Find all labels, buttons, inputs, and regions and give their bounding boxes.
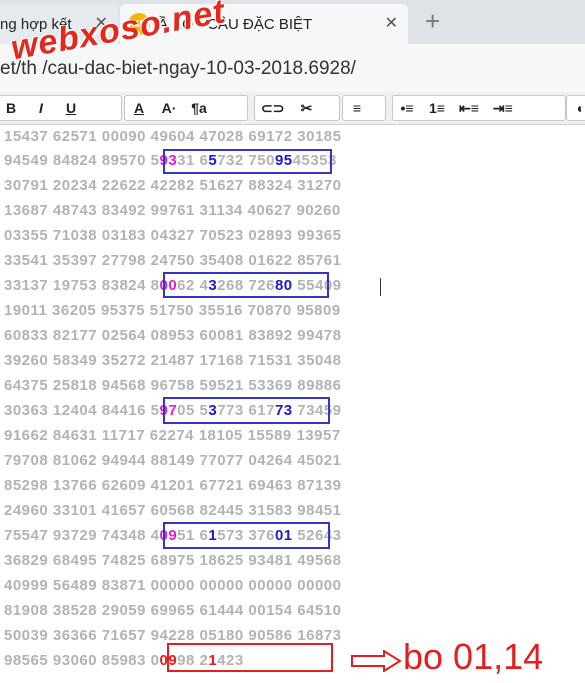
row-digits: 30791 20234 22622 42282 51627 88324 3127…: [4, 177, 342, 194]
result-row: 39260 58349 35272 21487 17168 71531 3504…: [4, 352, 342, 369]
row-digits: 33541 35397 27798 24750 35408 01622 8576…: [4, 252, 342, 269]
result-row: 36829 68495 74825 68975 18625 93481 4956…: [4, 552, 342, 569]
result-row: 13687 48743 83492 99761 31134 40627 9026…: [4, 202, 341, 219]
result-row: 15437 62571 00090 49604 47028 69172 3018…: [4, 128, 342, 145]
row-digits: 85298 13766 62609 41201 67721 69463 8713…: [4, 477, 342, 494]
row-digits: 30363 12404 84416 5: [4, 402, 160, 419]
bullet-list-icon[interactable]: •≡: [399, 100, 415, 116]
row-digits: 33137 19753 83824 8: [4, 277, 160, 294]
link-group: ⊂⊃ ✂: [254, 95, 340, 121]
text-cursor: [380, 278, 381, 296]
row-digits: 50039 36366 71657 94228 05180 90586 1687…: [4, 627, 342, 644]
prediction-note: bo 01,14: [403, 636, 544, 677]
row-digits: 39260 58349 35272 21487 17168 71531 3504…: [4, 352, 342, 369]
font-color-icon[interactable]: A: [131, 100, 147, 116]
list-group: •≡ 1≡ ⇤≡ ⇥≡: [392, 95, 566, 121]
row-digits: 75547 93729 74348 4: [4, 527, 160, 544]
result-row: 24960 33101 41657 60568 82445 31583 9845…: [4, 502, 342, 519]
row-digits: 13687 48743 83492 99761 31134 40627 9026…: [4, 202, 341, 219]
result-row: 33541 35397 27798 24750 35408 01622 8576…: [4, 252, 342, 269]
result-row: 64375 25818 94568 96758 59521 53369 8988…: [4, 377, 342, 394]
outdent-icon[interactable]: ⇤≡: [459, 100, 479, 117]
numbered-list-icon[interactable]: 1≡: [429, 100, 445, 116]
result-row: 19011 36205 95375 51750 35516 70870 9580…: [4, 302, 341, 319]
row-digits: 03355 71038 03183 04327 70523 02893 9936…: [4, 227, 342, 244]
align-icon[interactable]: ≡: [349, 100, 365, 116]
row-digits: 94549 84824 89570 5: [4, 152, 160, 169]
prediction-box: [167, 643, 333, 672]
row-digits: 36829 68495 74825 68975 18625 93481 4956…: [4, 552, 342, 569]
row-digits: 91662 84631 11717 62274 18105 15589 1395…: [4, 427, 341, 444]
align-group: ≡: [342, 95, 386, 121]
highlight-box: [163, 272, 329, 298]
row-digits: 40999 56489 83871 00000 00000 00000 0000…: [4, 577, 342, 594]
result-row: 50039 36366 71657 94228 05180 90586 1687…: [4, 627, 342, 644]
link-icon[interactable]: ⊂⊃: [261, 100, 284, 117]
row-digits: 15437 62571 00090 49604 47028 69172 3018…: [4, 128, 342, 145]
font-size-icon[interactable]: A·: [161, 100, 177, 116]
result-row: 79708 81062 94944 88149 77077 04264 4502…: [4, 452, 342, 469]
result-row: 60833 82177 02564 08953 60081 83892 9947…: [4, 327, 342, 344]
row-digits: 60833 82177 02564 08953 60081 83892 9947…: [4, 327, 342, 344]
italic-icon[interactable]: I: [33, 100, 49, 116]
indent-icon[interactable]: ⇥≡: [493, 100, 513, 117]
font-group: A A· ¶a: [124, 95, 248, 121]
row-digits: 64375 25818 94568 96758 59521 53369 8988…: [4, 377, 342, 394]
editor-toolbar: B I U A A· ¶a ⊂⊃ ✂ ≡ •≡ 1≡ ⇤≡ ⇥≡ ◐: [0, 92, 585, 125]
bold-icon[interactable]: B: [3, 100, 19, 116]
new-tab-button[interactable]: +: [425, 6, 440, 37]
result-row: 40999 56489 83871 00000 00000 00000 0000…: [4, 577, 342, 594]
highlight-box: [163, 522, 330, 549]
result-row: 03355 71038 03183 04327 70523 02893 9936…: [4, 227, 342, 244]
arrow-right-icon: [351, 650, 402, 672]
more-icon[interactable]: ◐: [573, 100, 585, 116]
more-group: ◐: [566, 95, 585, 121]
unlink-icon[interactable]: ✂: [298, 100, 314, 117]
row-digits: 79708 81062 94944 88149 77077 04264 4502…: [4, 452, 342, 469]
row-digits: 81908 38528 29059 69965 61444 00154 6451…: [4, 602, 342, 619]
close-icon[interactable]: ✕: [385, 13, 398, 33]
result-row: 81908 38528 29059 69965 61444 00154 6451…: [4, 602, 342, 619]
row-digits: 24960 33101 41657 60568 82445 31583 9845…: [4, 502, 342, 519]
highlight-box: [163, 397, 330, 424]
font-family-icon[interactable]: ¶a: [191, 100, 207, 116]
row-digits: 19011 36205 95375 51750 35516 70870 9580…: [4, 302, 341, 319]
result-row: 91662 84631 11717 62274 18105 15589 1395…: [4, 427, 341, 444]
result-row: 85298 13766 62609 41201 67721 69463 8713…: [4, 477, 342, 494]
result-row: 30791 20234 22622 42282 51627 88324 3127…: [4, 177, 342, 194]
underline-icon[interactable]: U: [63, 100, 79, 116]
highlight-box: [163, 149, 332, 174]
text-style-group: B I U: [0, 95, 122, 121]
row-digits: 98565 93060 85983 0: [4, 652, 160, 669]
